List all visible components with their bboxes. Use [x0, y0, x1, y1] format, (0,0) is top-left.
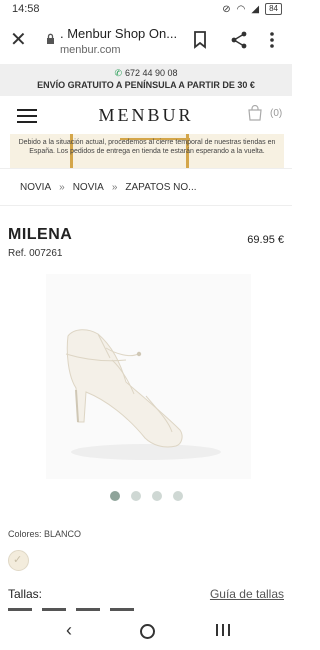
gallery-dot[interactable] [109, 491, 120, 501]
status-bar: 14:58 ⊘ ◠ ◢ 84 [0, 0, 292, 20]
home-icon[interactable] [140, 624, 155, 639]
system-nav-bar: ‹ [0, 611, 292, 650]
product-name: MILENA [8, 226, 73, 243]
bookmark-icon[interactable] [193, 31, 207, 49]
lock-icon [47, 33, 54, 44]
breadcrumb-item[interactable]: NOVIA [20, 182, 51, 193]
promo-phone[interactable]: ✆ 672 44 90 08 [0, 67, 292, 79]
back-icon[interactable]: ‹ [66, 620, 72, 641]
colors-row: Colores: BLANCO [8, 529, 81, 539]
product-image[interactable] [46, 274, 251, 479]
browser-toolbar: ✕ . Menbur Shop On... menbur.com [0, 20, 292, 65]
breadcrumb-item[interactable]: NOVIA [73, 182, 104, 193]
sizes-label: Tallas: [8, 587, 43, 601]
status-time: 14:58 [12, 3, 40, 15]
gallery-dot[interactable] [151, 491, 162, 501]
url-domain[interactable]: menbur.com [60, 44, 121, 56]
status-icons: ⊘ ◠ ◢ 84 [222, 3, 282, 15]
mute-icon: ⊘ [222, 3, 231, 15]
color-value: BLANCO [44, 529, 82, 539]
color-swatch-blanco[interactable]: ✓ [8, 550, 29, 571]
shopping-bag-icon[interactable] [247, 105, 263, 121]
notice-text: Debido a la situación actual, procedemos… [18, 139, 276, 155]
wifi-icon: ◠ [236, 3, 246, 15]
promo-banner: ✆ 672 44 90 08 ENVÍO GRATUITO A PENÍNSULA… [0, 64, 292, 96]
store-notice-banner: Debido a la situación actual, procedemos… [10, 134, 284, 168]
breadcrumb-separator: » [59, 181, 65, 193]
product-ref: Ref. 007261 [8, 248, 63, 259]
gallery-dot[interactable] [172, 491, 183, 501]
phone-icon: ✆ [114, 68, 122, 78]
colors-label: Colores: [8, 529, 42, 539]
breadcrumb-item[interactable]: ZAPATOS NO... [125, 182, 196, 193]
close-icon[interactable]: ✕ [10, 30, 27, 50]
gallery-dots [0, 491, 292, 501]
breadcrumb: NOVIA » NOVIA » ZAPATOS NO... [0, 168, 292, 206]
cart-count[interactable]: (0) [270, 108, 282, 119]
breadcrumb-separator: » [111, 181, 118, 193]
page-title[interactable]: . Menbur Shop On... [60, 26, 180, 41]
gallery-dot[interactable] [130, 491, 141, 501]
battery-icon: 84 [265, 3, 282, 15]
signal-icon: ◢ [251, 3, 260, 15]
check-icon: ✓ [13, 554, 23, 566]
share-icon[interactable] [230, 31, 248, 49]
recents-icon[interactable] [216, 624, 230, 636]
product-price: 69.95 € [247, 234, 284, 246]
phone-number[interactable]: 672 44 90 08 [125, 68, 178, 78]
free-shipping-text: ENVÍO GRATUITO A PENÍNSULA A PARTIR DE 3… [37, 80, 255, 90]
site-header: MENBUR (0) [0, 96, 292, 134]
more-vert-icon[interactable] [270, 31, 274, 49]
size-guide-link[interactable]: Guía de tallas [210, 587, 284, 601]
